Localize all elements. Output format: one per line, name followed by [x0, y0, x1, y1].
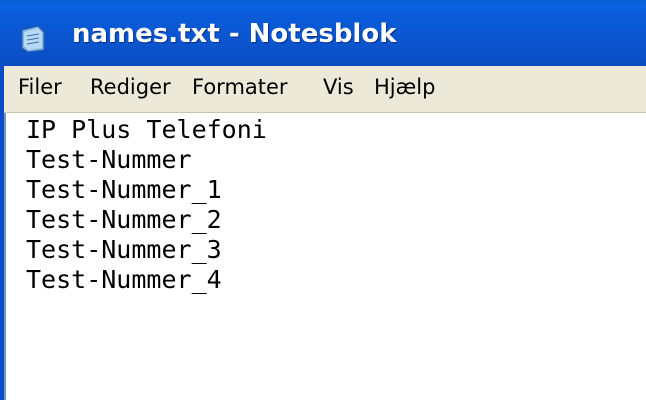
menu-item-vis[interactable]: Vis [323, 75, 354, 99]
menu-item-formater[interactable]: Formater [192, 75, 288, 99]
menu-bar: Filer Rediger Formater Vis Hjælp [0, 66, 646, 113]
menu-item-filer[interactable]: Filer [18, 75, 62, 99]
text-line: Test-Nummer_4 [26, 265, 222, 294]
menu-item-hjaelp[interactable]: Hjælp [374, 75, 435, 99]
window-title: names.txt - Notesblok [72, 19, 397, 49]
notepad-window: names.txt - Notesblok Filer Rediger Form… [0, 0, 646, 400]
title-bar[interactable]: names.txt - Notesblok [0, 0, 646, 66]
text-line: Test-Nummer_1 [26, 175, 222, 204]
text-line: Test-Nummer [26, 145, 192, 174]
text-line: Test-Nummer_3 [26, 235, 222, 264]
text-line: Test-Nummer_2 [26, 205, 222, 234]
text-editor[interactable]: IP Plus Telefoni Test-Nummer Test-Nummer… [4, 113, 646, 400]
notepad-icon[interactable] [18, 24, 48, 54]
menu-item-rediger[interactable]: Rediger [90, 75, 171, 99]
text-line: IP Plus Telefoni [26, 115, 267, 144]
